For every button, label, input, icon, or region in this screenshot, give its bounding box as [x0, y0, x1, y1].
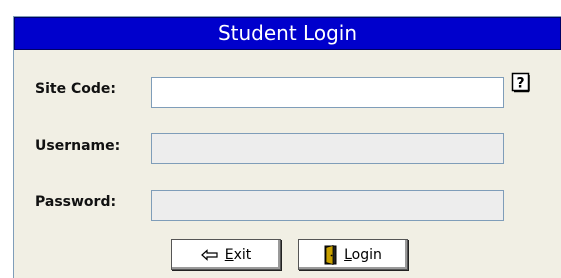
login-panel: Student Login Site Code: ? Username: Pas… — [13, 16, 561, 278]
site-code-label: Site Code: — [35, 81, 116, 97]
svg-text:?: ? — [516, 76, 524, 92]
password-input[interactable] — [151, 190, 504, 221]
help-icon[interactable]: ? — [511, 72, 531, 94]
login-title: Student Login — [14, 17, 561, 50]
exit-button-label: Exit — [224, 246, 252, 263]
username-label: Username: — [35, 138, 121, 154]
site-code-input[interactable] — [151, 77, 504, 108]
login-button[interactable]: Login — [298, 239, 408, 270]
username-input[interactable] — [151, 133, 504, 164]
door-icon — [324, 244, 337, 265]
exit-button[interactable]: Exit — [171, 239, 281, 270]
password-label: Password: — [35, 194, 117, 210]
left-arrow-icon — [200, 248, 218, 261]
login-button-label: Login — [344, 246, 382, 263]
